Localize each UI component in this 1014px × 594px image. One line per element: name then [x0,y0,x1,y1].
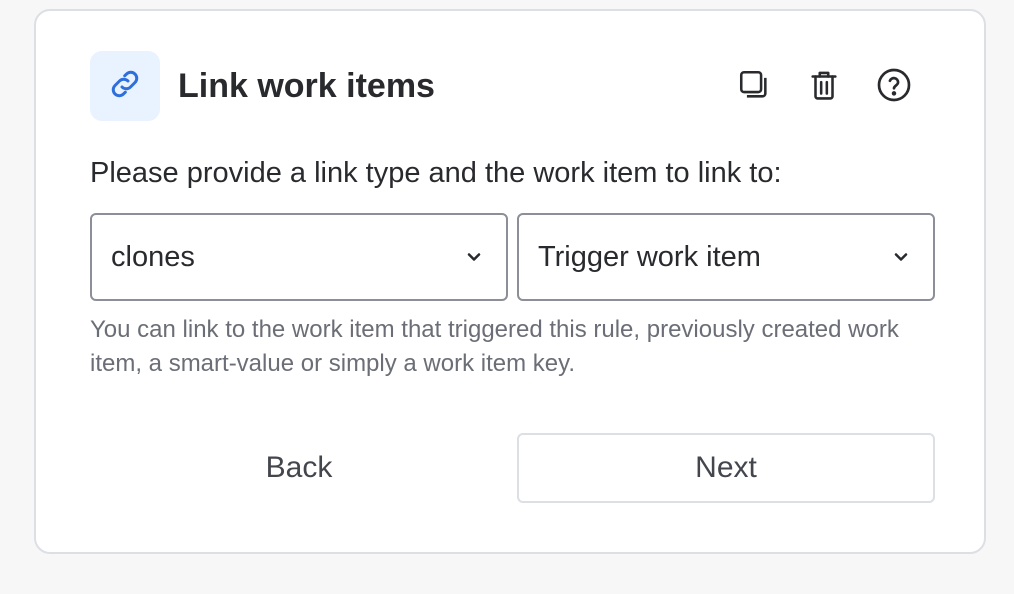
trash-icon[interactable] [804,65,844,105]
instructions-text: Please provide a link type and the work … [90,157,782,189]
helper-text: You can link to the work item that trigg… [90,316,899,377]
header-actions [734,65,914,105]
link-icon [107,66,143,107]
link-type-value: clones [111,240,195,273]
target-work-item-value: Trigger work item [538,240,761,273]
link-type-select[interactable]: clones [90,213,508,301]
chevron-down-icon [462,245,486,269]
help-icon[interactable] [874,65,914,105]
link-work-items-card: Link work items Please provide a link ty… [34,9,986,554]
chevron-down-icon [889,245,913,269]
card-title: Link work items [178,67,435,105]
next-button[interactable]: Next [517,433,935,503]
target-work-item-select[interactable]: Trigger work item [517,213,935,301]
back-button[interactable]: Back [90,433,508,503]
link-icon-tile [90,51,160,121]
duplicate-icon[interactable] [734,65,774,105]
